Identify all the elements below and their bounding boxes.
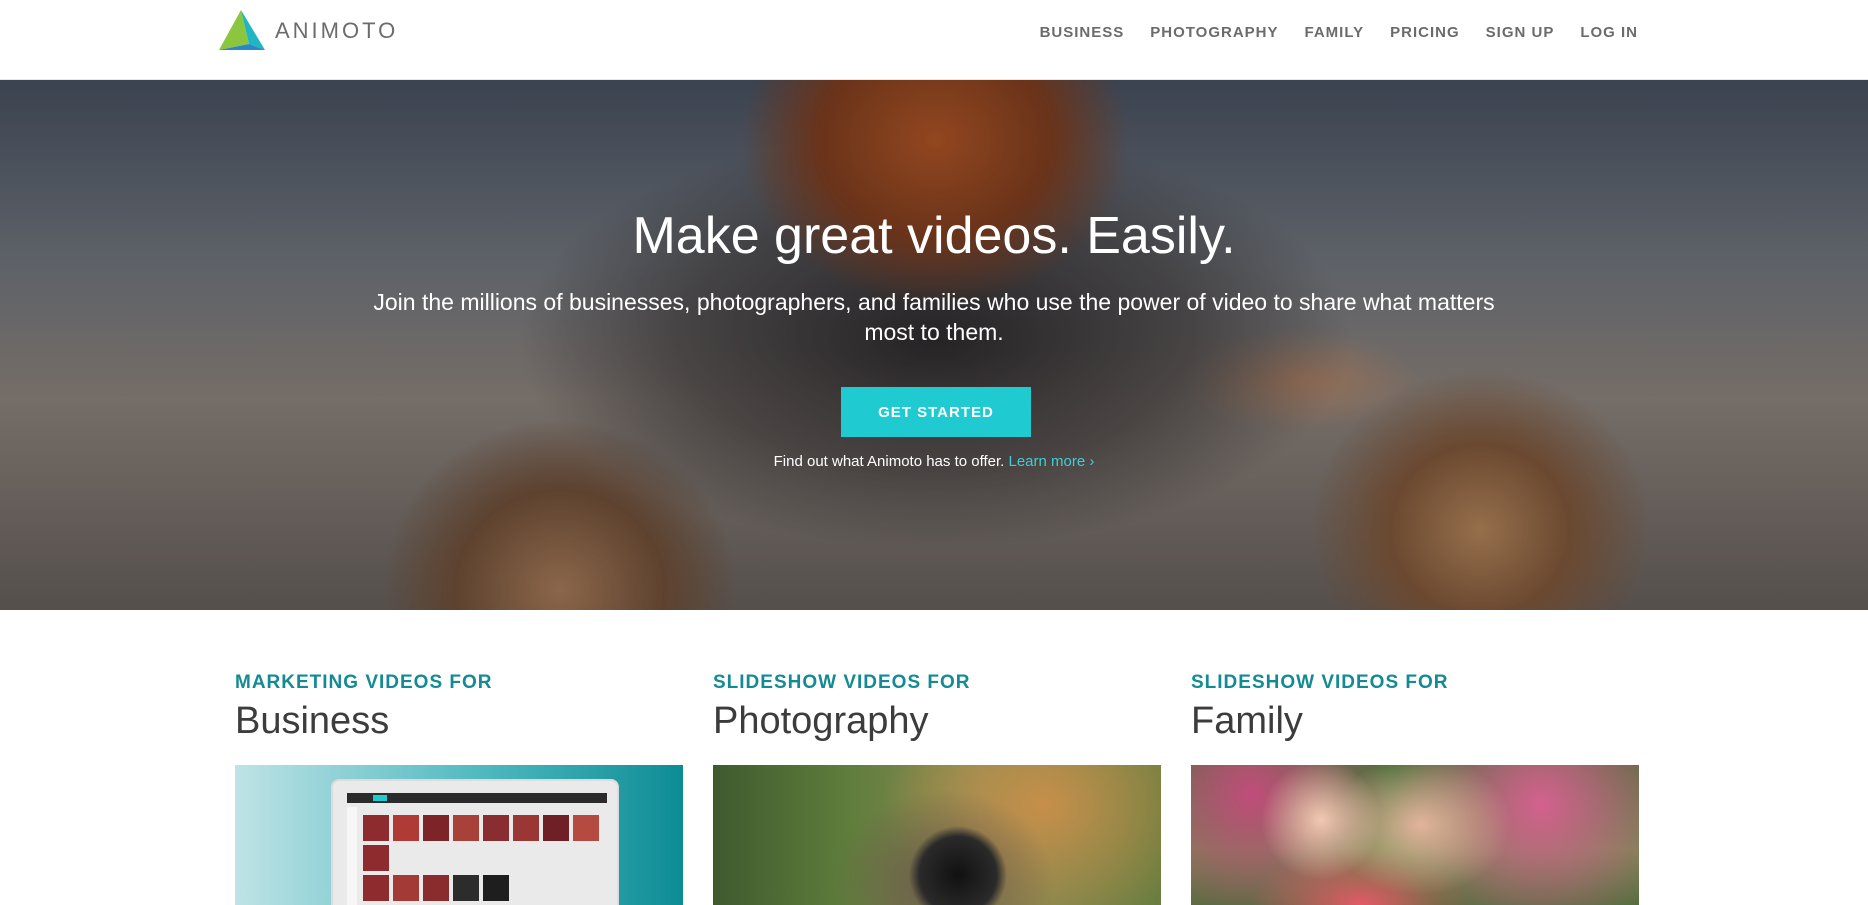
learn-more-text: Find out what Animoto has to offer. [773, 453, 1005, 470]
card-business: MARKETING VIDEOS FOR Business [235, 672, 683, 905]
card-kicker: SLIDESHOW VIDEOS FOR [713, 672, 971, 693]
top-navigation-bar: ANIMOTO BUSINESS PHOTOGRAPHY FAMILY PRIC… [0, 0, 1868, 80]
nav-business[interactable]: BUSINESS [1040, 24, 1125, 41]
hero-content: Make great videos. Easily. Join the mill… [0, 80, 1868, 610]
hero-subtitle: Join the millions of businesses, photogr… [373, 289, 1495, 345]
nav-family[interactable]: FAMILY [1305, 24, 1365, 41]
animoto-logo[interactable]: ANIMOTO [219, 10, 398, 52]
animoto-logo-icon [219, 10, 265, 50]
business-card-image[interactable] [235, 765, 683, 905]
main-nav: BUSINESS PHOTOGRAPHY FAMILY PRICING SIGN… [1040, 24, 1638, 41]
hero-title: Make great videos. Easily. [632, 207, 1236, 265]
hero-banner: Make great videos. Easily. Join the mill… [0, 80, 1868, 610]
learn-more-line: Find out what Animoto has to offer. Lear… [0, 453, 1868, 470]
nav-log-in[interactable]: LOG IN [1580, 24, 1638, 41]
card-family: SLIDESHOW VIDEOS FOR Family [1191, 672, 1639, 905]
card-title[interactable]: Photography [713, 700, 1161, 743]
learn-more-link[interactable]: Learn more › [1009, 453, 1095, 470]
nav-photography[interactable]: PHOTOGRAPHY [1150, 24, 1278, 41]
card-photography: SLIDESHOW VIDEOS FOR Photography [713, 672, 1161, 905]
card-kicker: SLIDESHOW VIDEOS FOR [1191, 672, 1449, 693]
card-title[interactable]: Business [235, 700, 683, 743]
product-cards: MARKETING VIDEOS FOR Business SLIDESHOW … [235, 672, 1639, 905]
get-started-button[interactable]: GET STARTED [841, 387, 1031, 437]
photography-card-image[interactable] [713, 765, 1161, 905]
nav-pricing[interactable]: PRICING [1390, 24, 1460, 41]
laptop-screen-image [331, 779, 619, 905]
card-title[interactable]: Family [1191, 700, 1639, 743]
card-kicker: MARKETING VIDEOS FOR [235, 672, 493, 693]
nav-sign-up[interactable]: SIGN UP [1486, 24, 1555, 41]
family-card-image[interactable] [1191, 765, 1639, 905]
brand-name: ANIMOTO [275, 18, 399, 43]
